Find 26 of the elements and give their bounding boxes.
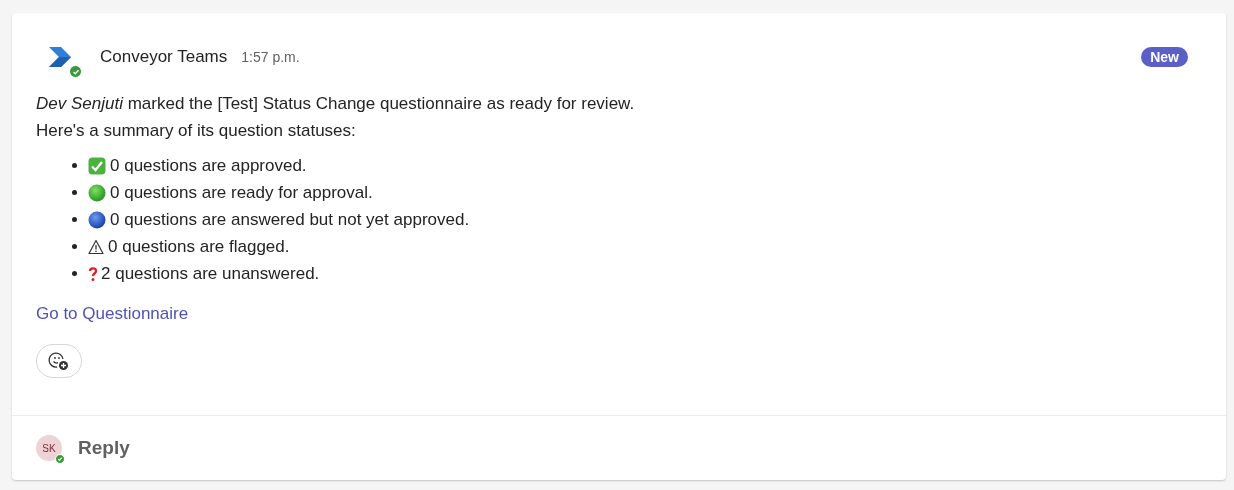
- question-mark-icon: [88, 265, 98, 282]
- circle-icon: [88, 183, 106, 202]
- status-text: 0 questions are answered but not yet approved.: [110, 209, 470, 230]
- bullet-icon: [72, 217, 77, 222]
- warning-icon: [88, 238, 104, 255]
- message-text: Dev Senjuti marked the [Test] Status Change questionnaire as ready for review.: [36, 93, 636, 115]
- status-text: 0 questions are approved.: [110, 155, 307, 176]
- user-initials: SK: [42, 442, 56, 454]
- checkmark-icon: [88, 156, 106, 175]
- sender-name: Conveyor Teams: [100, 47, 228, 67]
- bullet-icon: [72, 190, 77, 195]
- timestamp: 1:57 p.m.: [241, 49, 300, 65]
- reply-button[interactable]: Reply: [78, 437, 130, 459]
- add-reaction-button[interactable]: [36, 344, 82, 378]
- emoji-add-icon: [48, 350, 70, 372]
- new-badge: New: [1141, 47, 1188, 67]
- status-text: 0 questions are ready for approval.: [110, 182, 373, 203]
- chevron-logo-icon: [47, 44, 73, 70]
- bullet-icon: [72, 271, 77, 276]
- bullet-icon: [72, 244, 77, 249]
- questionnaire-link[interactable]: Go to Questionnaire: [36, 304, 189, 324]
- summary-heading: Here's a summary of its question statuses:: [36, 120, 357, 142]
- status-text: 2 questions are unanswered.: [101, 263, 320, 284]
- circle-icon: [88, 210, 106, 229]
- status-text: 0 questions are flagged.: [108, 236, 290, 257]
- bullet-icon: [72, 163, 77, 168]
